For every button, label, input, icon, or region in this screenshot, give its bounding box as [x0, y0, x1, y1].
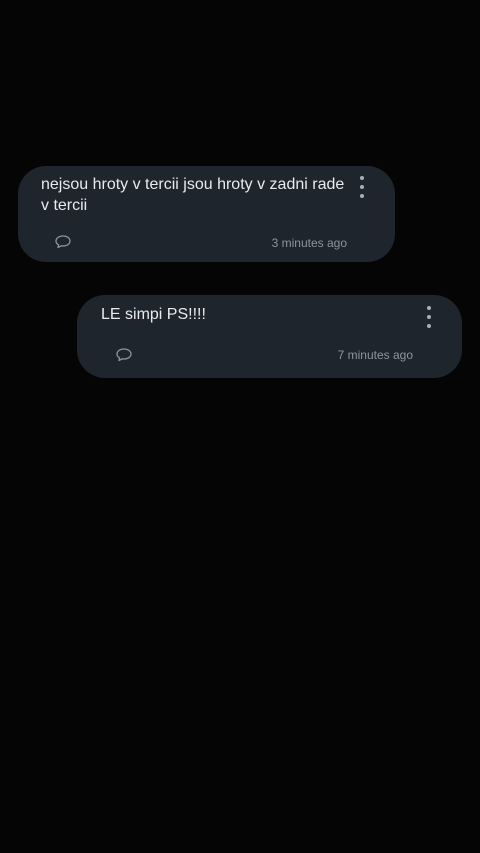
comment-timestamp: 3 minutes ago	[271, 236, 347, 250]
speech-bubble-icon-svg	[116, 348, 132, 362]
menu-dot	[360, 176, 364, 180]
comment-timestamp: 7 minutes ago	[337, 348, 413, 362]
menu-dot	[427, 306, 431, 310]
menu-dot	[427, 315, 431, 319]
menu-dot	[427, 324, 431, 328]
comment-text: LE simpi PS!!!!	[101, 306, 206, 323]
comments-screen: nejsou hroty v tercii jsou hroty v zadni…	[0, 0, 480, 853]
more-vertical-icon[interactable]	[422, 306, 436, 328]
speech-bubble-icon[interactable]	[115, 347, 133, 363]
speech-bubble-icon[interactable]	[54, 234, 72, 250]
more-vertical-icon[interactable]	[355, 176, 369, 198]
menu-dot	[360, 185, 364, 189]
comment-text: nejsou hroty v tercii jsou hroty v zadni…	[41, 176, 345, 214]
menu-dot	[360, 194, 364, 198]
speech-bubble-icon-svg	[55, 235, 71, 249]
comment-bubble[interactable]: LE simpi PS!!!! 7 minutes ago	[77, 295, 462, 378]
comment-bubble[interactable]: nejsou hroty v tercii jsou hroty v zadni…	[18, 166, 395, 262]
